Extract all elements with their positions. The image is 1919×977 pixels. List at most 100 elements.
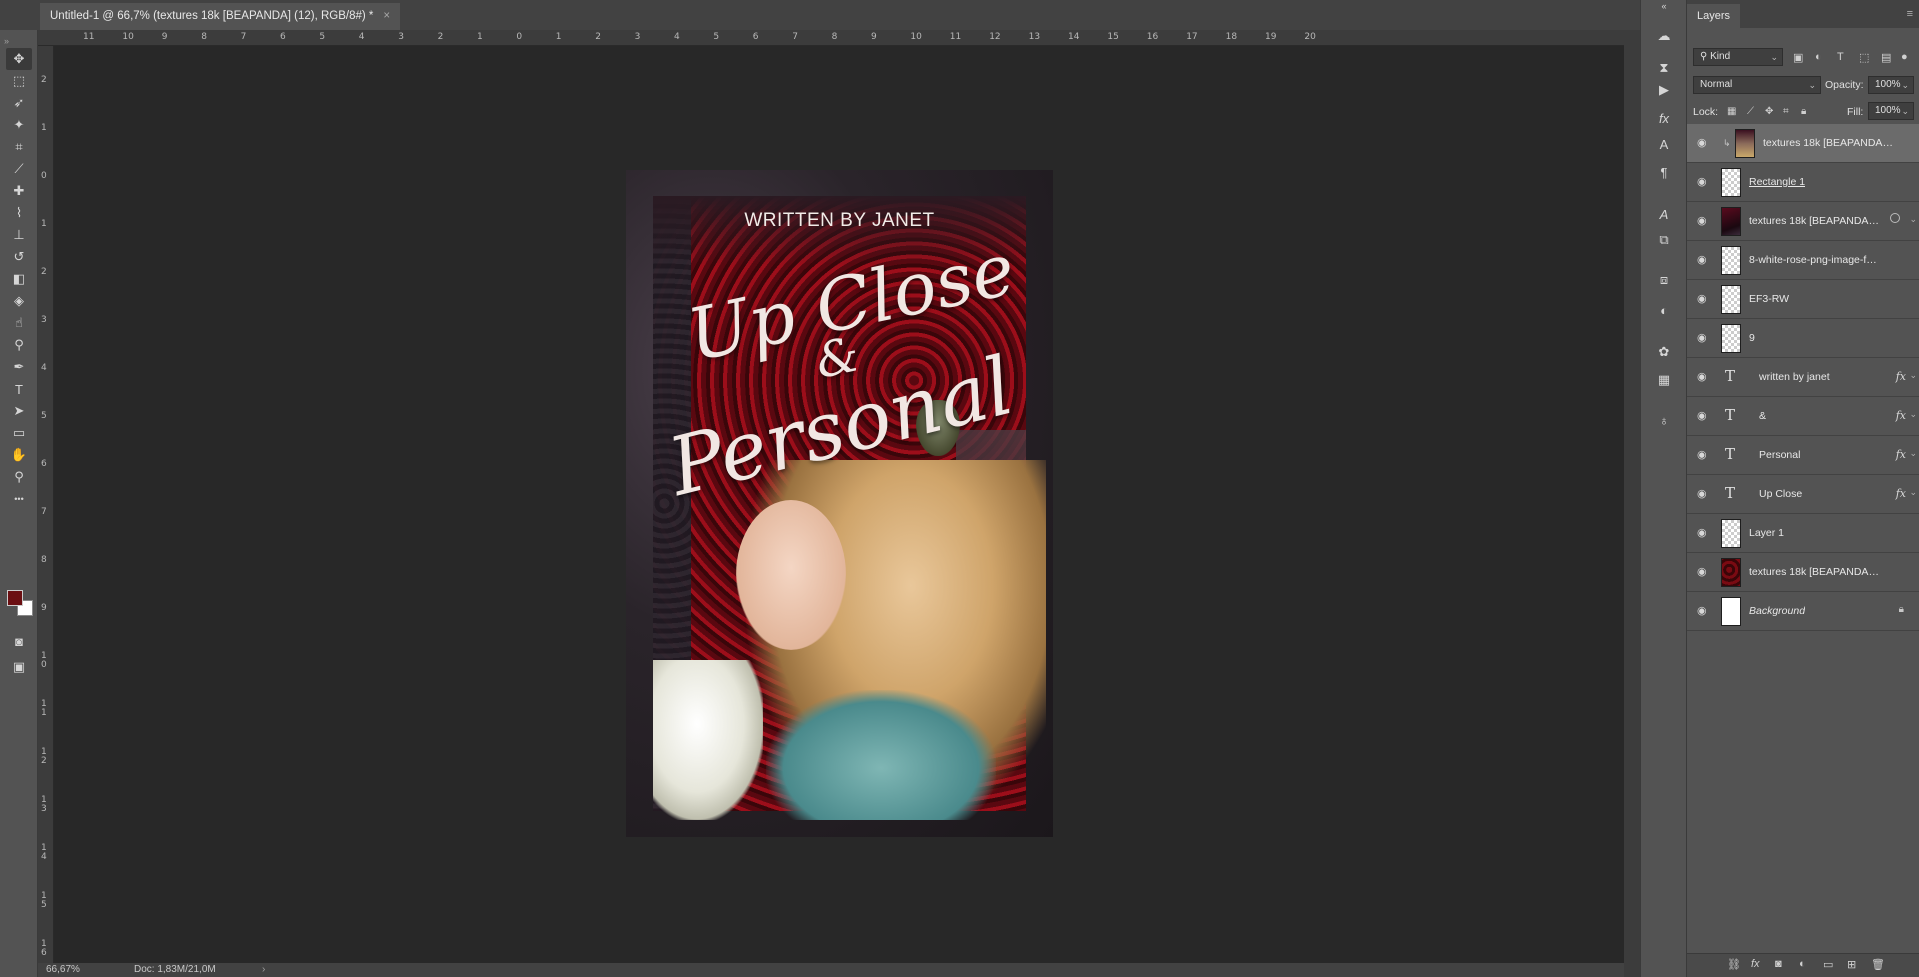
libraries-icon[interactable]: ☁ — [1653, 26, 1675, 46]
panel-menu-icon[interactable]: ≡ — [1907, 8, 1913, 20]
filter-toggle-icon[interactable]: ● — [1901, 51, 1908, 63]
new-adjustment-icon[interactable]: ◐ — [1799, 958, 1806, 970]
eraser-icon[interactable]: ◧ — [6, 268, 32, 290]
document-tab[interactable]: Untitled-1 @ 66,7% (textures 18k [BEAPAN… — [40, 3, 401, 30]
opacity-field[interactable]: 100% ⌄ — [1868, 76, 1914, 94]
visibility-eye-icon[interactable]: ◉ — [1697, 370, 1707, 383]
layer-row[interactable]: ◉ textures 18k [BEAPANDA]... ⌄ — [1687, 202, 1919, 241]
visibility-eye-icon[interactable]: ◉ — [1697, 604, 1707, 617]
visibility-eye-icon[interactable]: ◉ — [1697, 136, 1707, 149]
history-brush-icon[interactable]: ↺ — [6, 246, 32, 268]
layer-thumbnail[interactable] — [1721, 519, 1741, 548]
shape-filter-icon[interactable]: ⬚ — [1859, 51, 1869, 64]
layer-row[interactable]: ◉ Rectangle 1 — [1687, 163, 1919, 202]
layer-thumbnail[interactable] — [1735, 129, 1755, 158]
status-menu-arrow-icon[interactable]: › — [262, 963, 265, 977]
glyphs-icon[interactable]: A — [1653, 204, 1675, 224]
smart-object-filter-icon[interactable]: ▤ — [1881, 51, 1891, 64]
layer-thumbnail[interactable] — [1721, 285, 1741, 314]
layer-thumbnail[interactable] — [1721, 558, 1741, 587]
layer-row[interactable]: ◉ Layer 1 — [1687, 514, 1919, 553]
pen-icon[interactable]: ✒ — [6, 356, 32, 378]
hand-icon[interactable]: ✋ — [6, 444, 32, 466]
paragraph-icon[interactable]: ¶ — [1653, 162, 1675, 182]
visibility-eye-icon[interactable]: ◉ — [1697, 565, 1707, 578]
foreground-color-swatch[interactable] — [7, 590, 23, 606]
channels-icon[interactable]: ⧈ — [1653, 270, 1675, 290]
layer-row[interactable]: ◉ textures 18k [BEAPANDA] (2... — [1687, 553, 1919, 592]
marquee-icon[interactable]: ⬚ — [6, 70, 32, 92]
expand-effects-icon[interactable]: ⌄ — [1909, 409, 1917, 420]
fill-field[interactable]: 100% ⌄ — [1868, 102, 1914, 120]
zoom-level[interactable]: 66,67% — [46, 963, 80, 977]
visibility-eye-icon[interactable]: ◉ — [1697, 331, 1707, 344]
type-icon[interactable]: T — [6, 378, 32, 400]
layer-lock-icon[interactable]: 🔒︎ — [1899, 604, 1904, 615]
brush-icon[interactable]: ⌇ — [6, 202, 32, 224]
grid-icon[interactable]: ▦ — [1653, 370, 1675, 390]
new-layer-icon[interactable]: ⊞ — [1847, 958, 1856, 971]
smudge-icon[interactable]: ☝ — [6, 312, 32, 334]
layer-name[interactable]: Background — [1749, 605, 1805, 617]
layer-name[interactable]: & — [1759, 410, 1766, 422]
layer-row[interactable]: ◉ 8-white-rose-png-image-flow... — [1687, 241, 1919, 280]
visibility-eye-icon[interactable]: ◉ — [1697, 175, 1707, 188]
delete-layer-icon[interactable]: 🗑︎ — [1871, 958, 1885, 971]
healing-brush-icon[interactable]: ✚ — [6, 180, 32, 202]
collapse-arrows-icon[interactable]: « — [1653, 0, 1675, 12]
character-icon[interactable]: A — [1653, 134, 1675, 154]
screen-mode-icon[interactable]: ▣ — [6, 656, 32, 678]
history-icon[interactable]: ⧗ — [1653, 58, 1675, 78]
filter-kind-select[interactable]: ⚲ Kind ⌄ — [1693, 48, 1783, 66]
lasso-icon[interactable]: ➶ — [6, 92, 32, 114]
layer-effects-icon[interactable]: fx — [1896, 487, 1906, 500]
lock-artboard-icon[interactable]: ⌗ — [1783, 106, 1789, 117]
layer-row[interactable]: ◉ Background 🔒︎ — [1687, 592, 1919, 631]
visibility-eye-icon[interactable]: ◉ — [1697, 448, 1707, 461]
layers-tab[interactable]: Layers — [1687, 4, 1741, 28]
lock-position-icon[interactable]: ✥ — [1765, 106, 1773, 117]
visibility-eye-icon[interactable]: ◉ — [1697, 526, 1707, 539]
visibility-eye-icon[interactable]: ◉ — [1697, 487, 1707, 500]
crop-icon[interactable]: ⌗ — [6, 136, 32, 158]
link-layers-icon[interactable]: ⛓ — [1727, 958, 1741, 971]
vertical-ruler[interactable]: 2101234567891 01 11 21 31 41 51 6 — [38, 46, 54, 963]
lock-image-icon[interactable]: ⟋ — [1747, 106, 1754, 117]
layer-row[interactable]: ◉ ↳ textures 18k [BEAPANDA]... — [1687, 124, 1919, 163]
adjustment-filter-icon[interactable]: ◐ — [1815, 51, 1822, 63]
rectangle-icon[interactable]: ▭ — [6, 422, 32, 444]
layer-thumbnail[interactable] — [1721, 324, 1741, 353]
lock-transparent-icon[interactable]: ▦ — [1727, 106, 1736, 117]
lock-all-icon[interactable]: 🔒︎ — [1801, 106, 1806, 117]
quick-mask-icon[interactable]: ◙ — [6, 630, 32, 652]
layer-name[interactable]: Rectangle 1 — [1749, 176, 1805, 188]
layer-name[interactable]: textures 18k [BEAPANDA]... — [1763, 137, 1893, 149]
character-styles-icon[interactable]: ⧉ — [1653, 230, 1675, 250]
visibility-eye-icon[interactable]: ◉ — [1697, 214, 1707, 227]
lightbulb-icon[interactable]: ♁ — [1653, 410, 1675, 430]
expand-effects-icon[interactable]: ⌄ — [1909, 448, 1917, 459]
path-selection-icon[interactable]: ➤ — [6, 400, 32, 422]
layer-name[interactable]: EF3-RW — [1749, 293, 1789, 305]
layer-thumbnail[interactable] — [1721, 168, 1741, 197]
color-swatches[interactable] — [7, 590, 35, 620]
new-group-icon[interactable]: ▭ — [1823, 958, 1833, 971]
layer-effects-icon[interactable]: fx — [1896, 370, 1906, 383]
horizontal-ruler[interactable]: 11 10 9 8 7 6 5 4 3 2 1 0 1 2 3 4 5 6 7 8 9 10 11 12 13 14 15 16 17 1… — [50, 30, 1624, 46]
vertical-scrollbar[interactable] — [1624, 30, 1640, 977]
expand-effects-icon[interactable]: ⌄ — [1909, 487, 1917, 498]
layer-row[interactable]: ◉ Twritten by janet fx ⌄ — [1687, 358, 1919, 397]
adjustments-icon[interactable]: ◐ — [1653, 300, 1675, 320]
layer-thumbnail[interactable] — [1721, 597, 1741, 626]
layer-name[interactable]: Up Close — [1759, 488, 1802, 500]
clone-stamp-icon[interactable]: ⊥ — [6, 224, 32, 246]
visibility-eye-icon[interactable]: ◉ — [1697, 253, 1707, 266]
type-filter-icon[interactable]: T — [1837, 51, 1844, 63]
layer-name[interactable]: 8-white-rose-png-image-flow... — [1749, 254, 1879, 266]
magic-wand-icon[interactable]: ✦ — [6, 114, 32, 136]
collapse-toolbar-icon[interactable]: » — [4, 36, 9, 46]
layer-row[interactable]: ◉ T Up Close fx ⌄ — [1687, 475, 1919, 514]
add-mask-icon[interactable]: ◙ — [1775, 958, 1782, 970]
layer-row[interactable]: ◉ T & fx ⌄ — [1687, 397, 1919, 436]
eyedropper-icon[interactable]: ⟋ — [6, 158, 32, 180]
